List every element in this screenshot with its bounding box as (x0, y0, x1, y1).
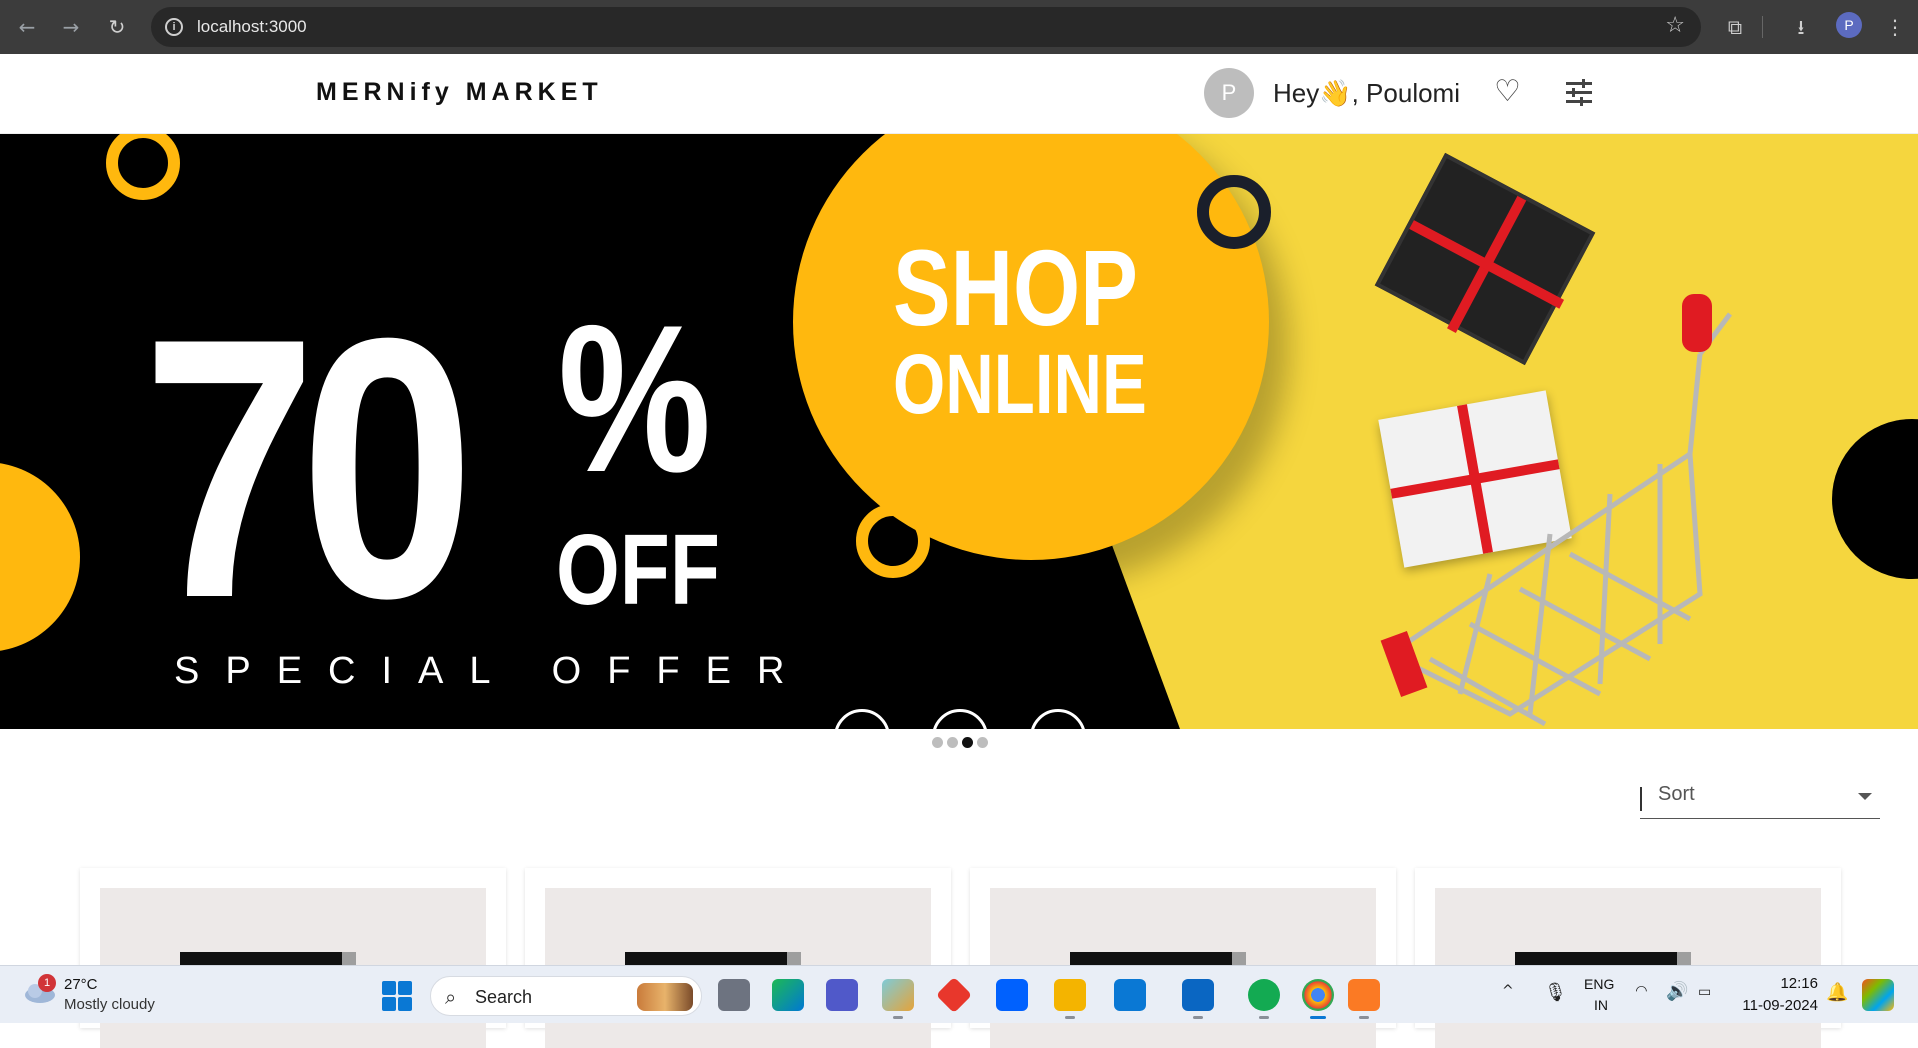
notification-bell-icon[interactable]: 🔔 (1826, 982, 1848, 1040)
banner-special-offer: SPECIAL OFFER (174, 650, 811, 692)
menu-kebab-icon[interactable]: ⋮ (1880, 12, 1910, 42)
site-info-icon[interactable]: i (165, 18, 183, 36)
download-icon[interactable]: ⭳ (1786, 12, 1816, 42)
app-diamond-icon[interactable] (935, 976, 973, 1014)
region-indicator[interactable]: IN (1594, 997, 1608, 1013)
teams-icon[interactable] (826, 979, 858, 1011)
banner-big-number: 70 (142, 262, 475, 675)
language-indicator[interactable]: ENG (1584, 976, 1614, 992)
volume-icon[interactable]: 🔊 (1666, 981, 1688, 1039)
brand-logo[interactable]: MERNify MARKET (316, 78, 603, 107)
chrome-icon[interactable] (1302, 979, 1334, 1019)
taskbar-search[interactable]: ⌕ Search (430, 976, 702, 1016)
text-caret (1640, 787, 1642, 811)
microphone-icon[interactable]: 🎙 (1544, 982, 1567, 1040)
battery-icon[interactable]: ▭ (1698, 984, 1711, 1042)
address-bar[interactable]: i localhost:3000 ☆ (151, 7, 1701, 47)
forward-icon[interactable]: → (56, 12, 86, 42)
carousel-indicators (932, 737, 988, 749)
back-icon[interactable]: ← (12, 12, 42, 42)
xampp-icon[interactable] (1348, 979, 1380, 1019)
decor-ring (106, 134, 180, 200)
app-icon[interactable] (882, 979, 914, 1019)
windows-start-icon[interactable] (382, 981, 412, 1011)
windows-taskbar: 1 27°C Mostly cloudy ⌕ Search ^ 🎙 ENG IN… (0, 965, 1918, 1023)
banner-off: OFF (556, 514, 720, 626)
search-highlight-image (637, 983, 693, 1011)
edge-icon[interactable] (772, 979, 804, 1011)
reload-icon[interactable]: ↻ (102, 12, 132, 42)
show-hidden-icons-icon[interactable]: ^ (1502, 983, 1514, 1041)
clock-time[interactable]: 12:16 (1742, 975, 1818, 992)
bookmark-star-icon[interactable]: ☆ (1665, 13, 1685, 38)
wifi-icon[interactable]: ◜◝ (1636, 983, 1647, 1041)
clock-date[interactable]: 11-09-2024 (1736, 997, 1818, 1014)
hero-banner[interactable]: 70 % OFF SPECIAL OFFER SHOP ONLINE (0, 134, 1918, 729)
weather-temperature[interactable]: 27°C (64, 976, 98, 993)
profile-avatar[interactable]: P (1836, 12, 1862, 38)
browser-toolbar: ← → ↻ i localhost:3000 ☆ ⧉ ⭳ P ⋮ (0, 0, 1918, 54)
decor-ring (1197, 175, 1271, 249)
search-icon: ⌕ (445, 985, 457, 1009)
facebook-icon[interactable] (932, 709, 988, 729)
vscode-icon[interactable] (1182, 979, 1214, 1019)
taskbar-search-label: Search (475, 987, 533, 1007)
carousel-dot-2[interactable] (947, 737, 958, 748)
decor-ring (856, 504, 930, 578)
wishlist-heart-icon[interactable]: ♡ (1494, 74, 1521, 109)
copilot-icon[interactable] (1862, 979, 1894, 1011)
url-text[interactable]: localhost:3000 (197, 17, 307, 37)
carousel-dot-3[interactable] (962, 737, 973, 748)
toolbar-divider (1762, 16, 1763, 38)
mail-icon[interactable] (1114, 979, 1146, 1011)
filter-sliders-icon[interactable] (1566, 79, 1592, 106)
file-explorer-icon[interactable] (1054, 979, 1086, 1019)
dropdown-arrow-icon[interactable] (1858, 793, 1872, 800)
banner-shop: SHOP (893, 227, 1138, 348)
banner-online: ONLINE (893, 337, 1147, 431)
extensions-icon[interactable]: ⧉ (1720, 12, 1750, 42)
shopping-cart-image (1380, 294, 1732, 727)
sort-select[interactable]: Sort (1640, 775, 1880, 819)
carousel-dot-4[interactable] (977, 737, 988, 748)
decor-yellow-circle (0, 462, 80, 652)
twitter-icon[interactable] (834, 709, 890, 729)
weather-description[interactable]: Mostly cloudy (64, 996, 155, 1013)
carousel-dot-1[interactable] (932, 737, 943, 748)
user-avatar[interactable]: P (1204, 68, 1254, 118)
user-greeting: Hey👋, Poulomi (1273, 78, 1460, 108)
task-view-icon[interactable] (718, 979, 750, 1011)
instagram-icon[interactable] (1030, 709, 1086, 729)
sort-label: Sort (1658, 783, 1695, 805)
weather-badge: 1 (38, 974, 56, 992)
dropbox-icon[interactable] (996, 979, 1028, 1011)
mongodb-icon[interactable] (1248, 979, 1280, 1019)
site-header: MERNify MARKET P Hey👋, Poulomi ♡ (0, 54, 1918, 134)
banner-percent: % (558, 281, 712, 516)
